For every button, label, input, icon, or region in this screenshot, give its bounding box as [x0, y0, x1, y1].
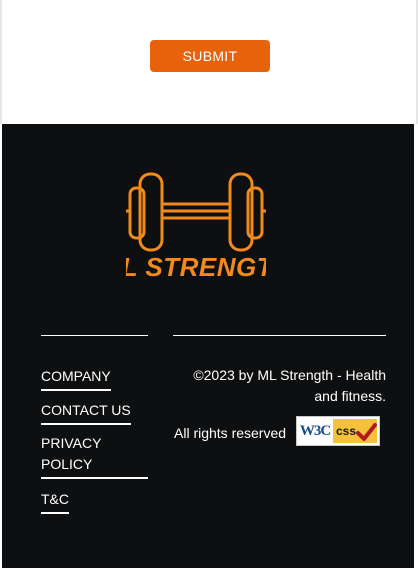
divider-right — [173, 335, 386, 336]
rights-text: All rights reserved — [174, 425, 287, 441]
footer: ML STRENGTH COMPANY CONTACT US PRIVACY P… — [2, 124, 414, 568]
divider-left — [41, 335, 148, 336]
w3c-css-badge[interactable]: W3C css — [296, 416, 380, 446]
form-section: SUBMIT — [0, 0, 418, 124]
dumbbell-icon: ML STRENGTH — [126, 172, 266, 280]
copyright-text: ©2023 by ML Strength - Health and fitnes… — [193, 367, 386, 404]
css-label: css — [333, 419, 377, 443]
css-text: css — [336, 424, 357, 438]
checkmark-icon — [356, 423, 377, 441]
submit-button[interactable]: SUBMIT — [150, 40, 270, 72]
footer-link-contact-us[interactable]: CONTACT US — [41, 400, 131, 425]
w3c-label: W3C — [299, 422, 331, 439]
logo: ML STRENGTH — [126, 168, 266, 280]
footer-link-terms[interactable]: T&C — [41, 489, 69, 514]
logo-text: ML STRENGTH — [126, 252, 266, 280]
footer-link-privacy-policy[interactable]: PRIVACY POLICY — [41, 433, 148, 479]
footer-link-company[interactable]: COMPANY — [41, 366, 111, 391]
